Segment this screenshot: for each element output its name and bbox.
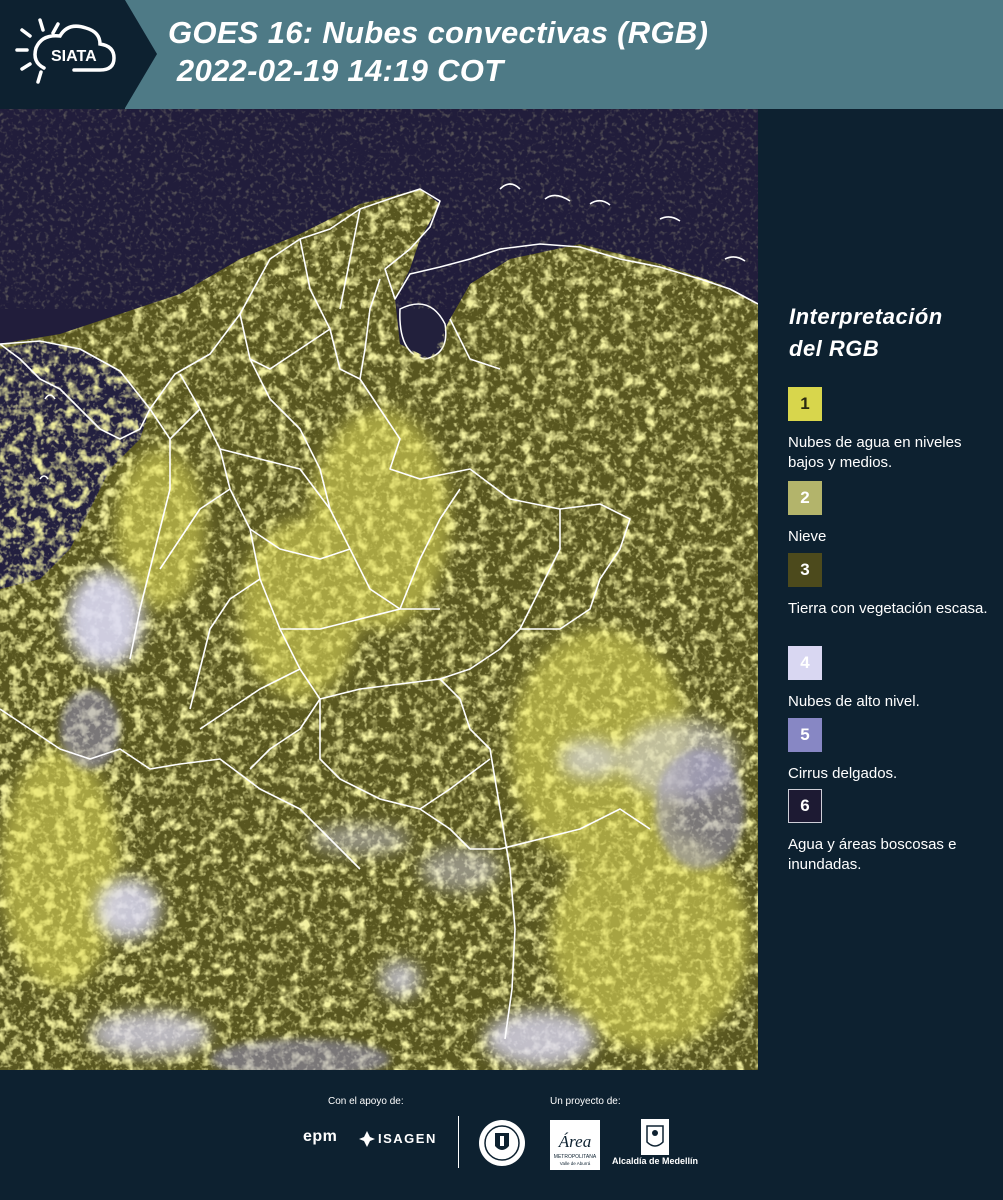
legend-swatch: 6	[788, 789, 822, 823]
legend-label: Nieve	[788, 528, 827, 545]
legend-label: Cirrus delgados.	[788, 765, 898, 782]
title-line-2: 2022-02-19 14:19 COT	[168, 53, 504, 88]
project-label: Un proyecto de:	[550, 1096, 621, 1107]
area-metropolitana-logo: Área METROPOLITANA Valle de Aburrá	[550, 1120, 600, 1170]
alcaldia-label: Alcaldía de Medellín	[612, 1156, 699, 1166]
legend-swatch: 4	[788, 646, 822, 680]
legend-item-6: 6 Agua y áreas boscosas e inundadas.	[788, 789, 993, 875]
isagen-mark-icon	[359, 1131, 375, 1147]
legend-label: Agua y áreas boscosas e inundadas.	[788, 836, 957, 873]
legend-item-4: 4 Nubes de alto nivel.	[788, 646, 993, 712]
legend-item-5: 5 Cirrus delgados.	[788, 718, 993, 784]
svg-text:Área: Área	[558, 1132, 591, 1151]
legend-item-1: 1 Nubes de agua en niveles bajos y medio…	[788, 387, 993, 473]
legend-swatch: 5	[788, 718, 822, 752]
legend-item-3: 3 Tierra con vegetación escasa.	[788, 553, 993, 619]
support-label: Con el apoyo de:	[328, 1096, 404, 1107]
svg-text:Valle de Aburrá: Valle de Aburrá	[560, 1161, 591, 1166]
title-line-1: GOES 16: Nubes convectivas (RGB)	[168, 15, 709, 50]
epm-logo: epm	[303, 1128, 338, 1145]
legend-title: Interpretación del RGB	[789, 304, 943, 361]
svg-text:METROPOLITANA: METROPOLITANA	[554, 1154, 597, 1160]
logo-arrow-shape	[125, 0, 157, 108]
legend-label: Nubes de alto nivel.	[788, 693, 920, 710]
logo-block: SIATA	[0, 0, 125, 109]
legend-panel: Interpretación del RGB 1 Nubes de agua e…	[758, 109, 1003, 1070]
legend-item-2: 2 Nieve	[788, 481, 993, 547]
logo-text: SIATA	[51, 48, 97, 65]
satellite-image	[0, 109, 758, 1070]
legend-swatch: 3	[788, 553, 822, 587]
university-seal-icon	[479, 1120, 525, 1166]
legend-swatch: 1	[788, 387, 822, 421]
alcaldia-shield-icon	[641, 1119, 669, 1155]
page-title: GOES 16: Nubes convectivas (RGB) 2022-02…	[168, 14, 708, 90]
isagen-logo: ISAGEN	[378, 1131, 437, 1146]
siata-logo-icon: SIATA	[15, 18, 116, 84]
footer-divider	[458, 1116, 459, 1168]
satellite-map-svg	[0, 109, 758, 1070]
legend-swatch: 2	[788, 481, 822, 515]
legend-label: Nubes de agua en niveles bajos y medios.	[788, 434, 962, 471]
footer: Con el apoyo de: Un proyecto de: epm ISA…	[0, 1070, 1003, 1200]
legend-label: Tierra con vegetación escasa.	[788, 600, 988, 617]
header-bar: SIATA GOES 16: Nubes convectivas (RGB) 2…	[0, 0, 1003, 109]
